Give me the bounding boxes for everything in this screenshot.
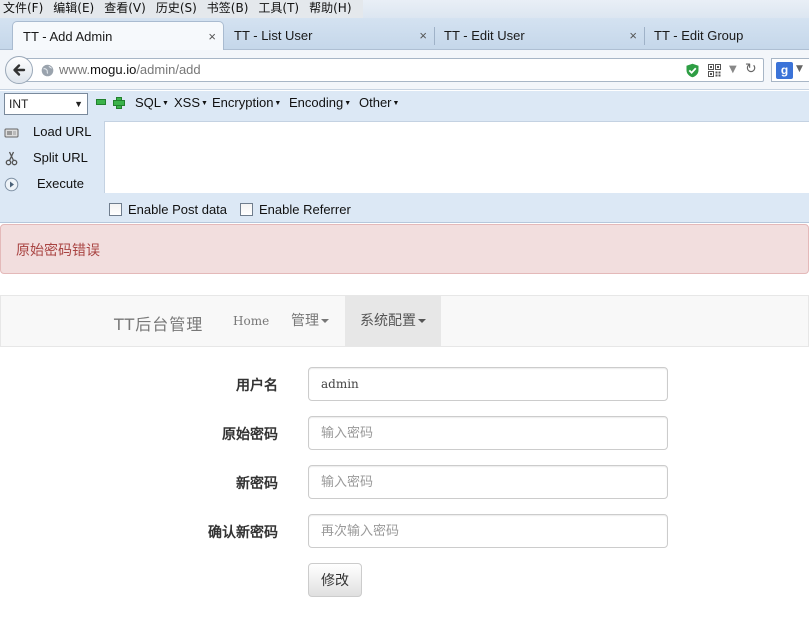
navigation-bar: www.mogu.io/admin/add ▼ ↻ g ▼: [0, 50, 809, 90]
tab-edit-group[interactable]: TT - Edit Group: [644, 21, 809, 50]
play-icon: [4, 177, 19, 192]
chevron-down-icon: ▼: [162, 99, 169, 107]
menu-other[interactable]: Other▼: [359, 95, 399, 112]
new-password-label: 新密码: [236, 476, 278, 492]
nav-manage-label: 管理: [291, 313, 319, 329]
username-label: 用户名: [236, 378, 278, 394]
split-url-label: Split URL: [33, 150, 88, 165]
chevron-down-icon: ▼: [74, 99, 83, 109]
menu-history[interactable]: 历史(S): [151, 0, 202, 18]
chevron-down-icon: ▼: [392, 99, 400, 107]
back-button[interactable]: [5, 56, 33, 84]
tab-label: TT - Edit Group: [654, 28, 744, 43]
chevron-down-icon: ▼: [201, 99, 208, 107]
search-engine-selector[interactable]: g ▼: [771, 58, 809, 82]
tab-strip: TT - Add Admin × TT - List User × TT - E…: [0, 18, 809, 50]
confirm-password-label: 确认新密码: [208, 525, 278, 541]
back-arrow-icon: [13, 64, 26, 76]
tab-add-admin[interactable]: TT - Add Admin ×: [12, 21, 224, 50]
menu-file[interactable]: 文件(F): [0, 0, 48, 18]
load-url-label: Load URL: [33, 124, 92, 139]
tab-list-user[interactable]: TT - List User ×: [224, 21, 434, 50]
close-icon[interactable]: ×: [208, 22, 216, 51]
checkbox-box[interactable]: [109, 203, 122, 216]
globe-icon: [41, 64, 54, 77]
load-url-button[interactable]: Load URL: [0, 121, 104, 145]
tab-label: TT - Edit User: [444, 28, 525, 43]
chevron-down-icon: ▼: [344, 99, 352, 107]
shield-check-icon[interactable]: [685, 63, 700, 78]
menu-encryption-label: Encryption: [212, 95, 274, 110]
menu-bookmarks[interactable]: 书签(B): [202, 0, 254, 18]
type-select-value: INT: [9, 97, 29, 111]
old-password-input[interactable]: [308, 416, 668, 450]
checkbox-label: Enable Post data: [128, 202, 228, 217]
menu-xss-label: XSS: [174, 95, 201, 110]
tab-separator: [644, 27, 645, 45]
menu-tools[interactable]: 工具(T): [253, 0, 304, 18]
url-prefix: www.: [59, 62, 91, 77]
tab-label: TT - Add Admin: [23, 29, 113, 44]
url-textarea[interactable]: [104, 121, 809, 193]
menu-items: 文件(F) 编辑(E) 查看(V) 历史(S) 书签(B) 工具(T) 帮助(H…: [0, 0, 363, 18]
menu-sql[interactable]: SQL▼: [135, 95, 169, 112]
tab-separator: [434, 27, 435, 45]
hackbar-toolbar: INT ▼ SQL▼ XSS▼ Encryption▼ Encoding▼ Ot…: [0, 91, 809, 223]
chevron-down-icon: ▼: [796, 64, 803, 74]
menu-view[interactable]: 查看(V): [99, 0, 151, 18]
menu-bar: 文件(F) 编辑(E) 查看(V) 历史(S) 书签(B) 工具(T) 帮助(H…: [0, 0, 809, 18]
minus-icon[interactable]: [96, 97, 106, 107]
menu-encryption[interactable]: Encryption▼: [212, 95, 281, 112]
load-url-icon: [4, 128, 19, 138]
error-alert: 原始密码错误: [0, 224, 809, 274]
execute-button[interactable]: Execute: [0, 173, 104, 197]
execute-label: Execute: [37, 176, 84, 191]
menu-other-label: Other: [359, 95, 392, 110]
app-navbar: TT后台管理 Home 管理 系统配置: [0, 295, 809, 347]
url-path: /admin/add: [136, 62, 201, 77]
username-input[interactable]: [308, 367, 668, 401]
error-message: 原始密码错误: [16, 243, 100, 259]
menu-encoding-label: Encoding: [289, 95, 344, 110]
chevron-down-icon: ▼: [274, 99, 282, 107]
type-select[interactable]: INT ▼: [4, 93, 88, 115]
nav-system-config-label: 系统配置: [360, 313, 416, 329]
url-host: mogu.io: [90, 62, 137, 77]
nav-system-config[interactable]: 系统配置: [345, 296, 441, 346]
url-text[interactable]: www.mogu.io/admin/add: [59, 59, 201, 81]
submit-button[interactable]: 修改: [308, 563, 362, 597]
checkbox-label: Enable Referrer: [259, 202, 351, 217]
nav-manage[interactable]: 管理: [291, 296, 329, 346]
menu-xss[interactable]: XSS▼: [174, 95, 208, 112]
url-bar[interactable]: www.mogu.io/admin/add ▼ ↻: [22, 58, 764, 82]
plus-icon[interactable]: [113, 97, 125, 109]
qr-code-icon[interactable]: [708, 64, 721, 77]
menu-help[interactable]: 帮助(H): [304, 0, 356, 18]
tab-edit-user[interactable]: TT - Edit User ×: [434, 21, 644, 50]
google-icon: g: [776, 62, 793, 79]
old-password-label: 原始密码: [222, 427, 278, 443]
reload-icon[interactable]: ↻: [745, 61, 757, 77]
chevron-down-icon[interactable]: ▼: [729, 64, 737, 75]
confirm-password-input[interactable]: [308, 514, 668, 548]
menu-sql-label: SQL: [135, 95, 162, 110]
menu-edit[interactable]: 编辑(E): [48, 0, 99, 18]
split-url-button[interactable]: Split URL: [0, 147, 104, 171]
caret-down-icon: [321, 319, 329, 323]
caret-down-icon: [418, 319, 426, 323]
nav-home[interactable]: Home: [233, 296, 269, 346]
close-icon[interactable]: ×: [629, 21, 637, 50]
checkbox-box[interactable]: [240, 203, 253, 216]
menu-encoding[interactable]: Encoding▼: [289, 95, 351, 112]
new-password-input[interactable]: [308, 465, 668, 499]
close-icon[interactable]: ×: [419, 21, 427, 50]
tab-label: TT - List User: [234, 28, 313, 43]
brand-link[interactable]: TT后台管理: [114, 311, 203, 335]
scissors-icon: [5, 151, 18, 166]
